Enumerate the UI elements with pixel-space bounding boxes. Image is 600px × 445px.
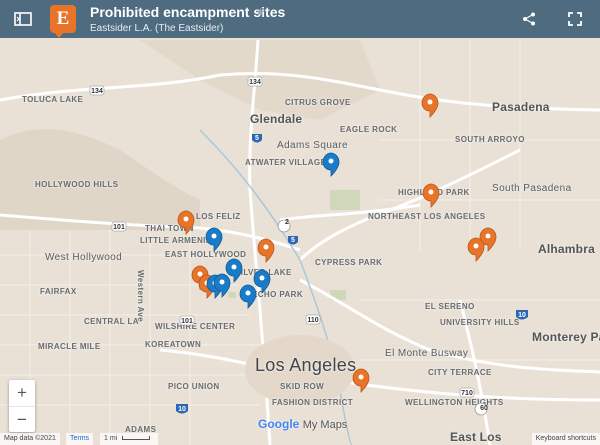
google-my-maps-logo: Google My Maps [258,417,347,431]
map-label-monterey-park: Monterey Park [532,330,600,344]
map-label-eagle-rock: EAGLE ROCK [340,125,398,134]
map-label-atwater-village: ATWATER VILLAGE [245,158,327,167]
map-label-northeast-la: NORTHEAST LOS ANGELES [368,212,486,221]
map-label-el-monte-busway: El Monte Busway [385,348,469,359]
map-label-pico-union: PICO UNION [168,382,220,391]
map-label-toluca-lake: TOLUCA LAKE [22,95,84,104]
map-label-cypress-park: CYPRESS PARK [315,258,383,267]
map-label-fairfax: FAIRFAX [40,287,77,296]
map-label-fashion-district: FASHION DISTRICT [272,398,354,407]
scale-bar[interactable]: 1 mi [100,433,158,445]
map-label-skid-row: SKID ROW [280,382,325,391]
map-subtitle[interactable]: Eastsider L.A. (The Eastsider) [90,23,223,34]
share-icon [523,12,535,26]
zoom-in-button[interactable]: + [9,380,35,407]
map-label-alhambra: Alhambra [538,242,595,256]
map-label-el-sereno: EL SERENO [425,302,475,311]
map-label-western-ave: Western Ave [136,270,145,323]
map-label-echo-park: ECHO PARK [252,290,304,299]
map-label-wellington-heights: WELLINGTON HEIGHTS [405,398,504,407]
map-label-university-hills: UNIVERSITY HILLS [440,318,520,327]
panel-toggle-button[interactable] [4,0,42,38]
keyboard-shortcuts-link[interactable]: Keyboard shortcuts [531,433,600,445]
scale-line [122,436,151,441]
panel-toggle-icon [14,12,32,26]
map-label-miracle-mile: MIRACLE MILE [38,342,101,351]
map-data-attribution: Map data ©2021 [0,433,60,445]
google-wordmark: Google [258,417,300,431]
header-bar: E Prohibited encampment sites ★ Eastside… [0,0,600,38]
map-label-central-la: CENTRAL LA [84,317,139,326]
map-label-wilshire-center: WILSHIRE CENTER [155,322,236,331]
map-label-little-armenia: LITTLE ARMENIA [140,236,212,245]
map-label-east-hollywood: EAST HOLLYWOOD [165,250,247,259]
map-label-adams-square: Adams Square [277,140,348,151]
map-label-south-pasadena: South Pasadena [492,183,572,194]
star-icon[interactable]: ★ [255,5,266,19]
terms-link[interactable]: Terms [66,433,94,445]
map-label-citrus-grove: CITRUS GROVE [285,98,351,107]
map-label-los-feliz: LOS FELIZ [196,212,241,221]
zoom-out-button[interactable]: − [9,407,35,433]
my-maps-wordmark: My Maps [302,419,348,431]
map-label-west-hollywood: West Hollywood [45,252,123,263]
map-label-city-terrace: CITY TERRACE [428,368,492,377]
map-label-south-arroyo: SOUTH ARROYO [455,135,525,144]
zoom-controls: + − [9,380,35,432]
share-button[interactable] [510,0,548,38]
fullscreen-button[interactable] [556,0,594,38]
map-footer: Map data ©2021 Terms 1 mi Keyboard short… [0,433,600,445]
logo-icon[interactable]: E [50,5,76,38]
fullscreen-icon [568,12,582,26]
map-label-glendale: Glendale [250,112,303,126]
map-label-hollywood-hills: HOLLYWOOD HILLS [35,180,119,189]
map-label-pasadena: Pasadena [492,100,550,114]
map-label-koreatown: KOREATOWN [145,340,202,349]
scale-label: 1 mi [104,435,118,442]
map-label-los-angeles: Los Angeles [255,355,357,375]
map-canvas[interactable] [0,0,600,445]
